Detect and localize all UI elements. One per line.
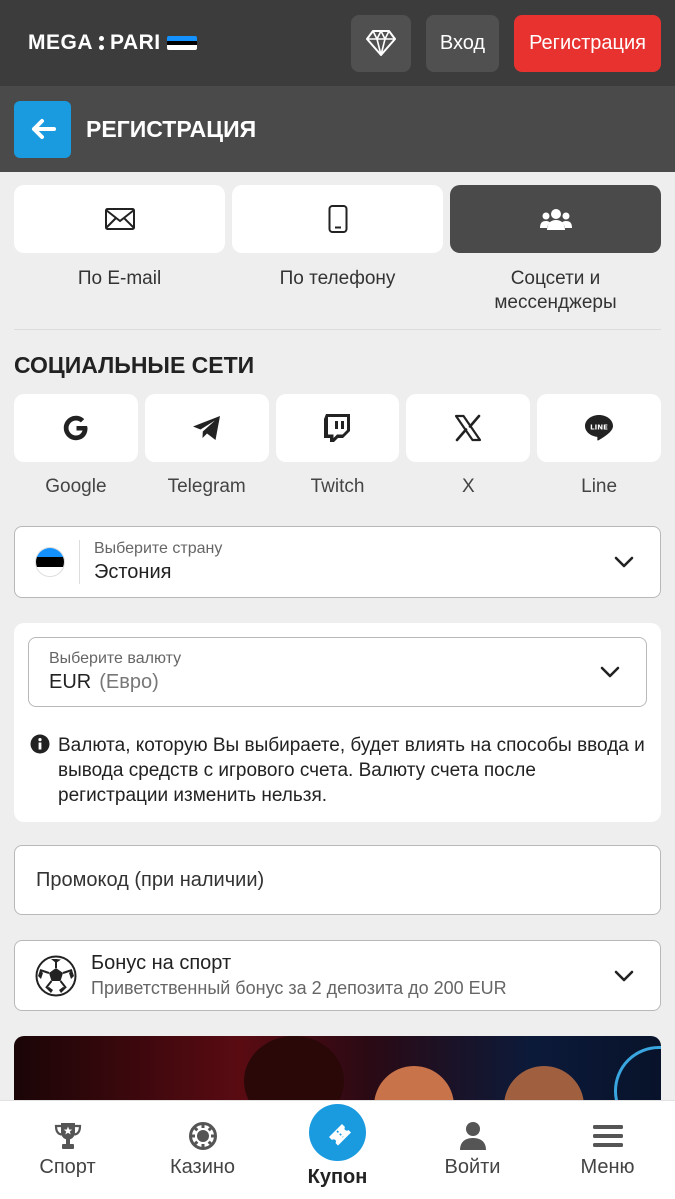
promo-code-placeholder: Промокод (при наличии) (36, 868, 265, 891)
social-twitch[interactable]: Twitch (275, 394, 400, 498)
promo-code-input[interactable]: Промокод (при наличии) (14, 845, 661, 915)
bonus-subtitle: Приветственный бонус за 2 депозита до 20… (91, 978, 507, 998)
currency-name: (Евро) (99, 671, 159, 693)
coupon-button[interactable] (309, 1104, 366, 1161)
social-x[interactable]: X (406, 394, 531, 498)
method-social[interactable]: Соцсети и мессенджеры (450, 185, 661, 315)
social-google[interactable]: Google (14, 394, 138, 498)
nav-sport[interactable]: Спорт (0, 1101, 135, 1199)
register-button[interactable]: Регистрация (514, 14, 661, 72)
currency-code: EUR (49, 671, 92, 693)
trophy-icon (54, 1123, 81, 1149)
social-telegram-label: Telegram (167, 476, 246, 497)
google-icon (63, 415, 88, 441)
bonus-text: Бонус на спорт Приветственный бонус за 2… (91, 952, 507, 999)
social-telegram[interactable]: Telegram (144, 394, 269, 498)
social-x-label: X (461, 476, 475, 497)
social-twitch-box[interactable] (275, 394, 400, 462)
method-email[interactable]: По E-mail (14, 185, 225, 315)
nav-coupon-label: Купон (307, 1166, 368, 1188)
estonia-flag-icon (166, 36, 197, 50)
country-select[interactable]: Выберите страну Эстония (14, 526, 661, 598)
nav-casino[interactable]: Казино (135, 1101, 270, 1199)
line-icon: LINE (585, 415, 614, 441)
diamond-button[interactable] (350, 14, 411, 72)
currency-select[interactable]: Выберите валюту EUR (Евро) (28, 637, 647, 707)
chevron-down-icon (600, 666, 620, 678)
info-icon (30, 734, 50, 754)
bonus-select[interactable]: Бонус на спорт Приветственный бонус за 2… (14, 940, 661, 1011)
social-twitch-label: Twitch (310, 476, 365, 497)
currency-notice-text: Валюта, которую Вы выбираете, будет влия… (58, 735, 645, 806)
registration-methods: По E-mail По телефону Соцсети и мессендж… (0, 172, 675, 315)
ticket-icon (328, 1123, 351, 1145)
nav-login-label: Войти (444, 1156, 501, 1178)
nav-login[interactable]: Войти (405, 1101, 540, 1199)
estonia-flag-icon (35, 547, 65, 577)
country-value: Эстония (94, 561, 172, 583)
top-header: MEGA PARI Вход Регистрация (0, 0, 675, 86)
currency-label: Выберите валюту (49, 650, 182, 667)
diamond-icon (365, 30, 396, 56)
nav-casino-label: Казино (169, 1156, 236, 1178)
method-phone-label: По телефону (279, 268, 396, 289)
logo-text-right: PARI (110, 31, 161, 54)
country-label: Выберите страну (94, 540, 223, 557)
nav-sport-label: Спорт (39, 1156, 96, 1178)
social-line[interactable]: LINE Line (537, 394, 661, 498)
method-phone[interactable]: По телефону (232, 185, 443, 315)
svg-text:LINE: LINE (590, 424, 608, 432)
logo-text-left: MEGA (28, 31, 93, 54)
arrow-left-icon (31, 119, 56, 139)
bonus-title: Бонус на спорт (91, 952, 232, 974)
envelope-icon (104, 208, 135, 230)
title-bar: РЕГИСТРАЦИЯ (0, 86, 675, 172)
currency-notice: Валюта, которую Вы выбираете, будет влия… (28, 733, 647, 808)
method-email-box[interactable] (14, 185, 225, 253)
nav-coupon[interactable]: Купон (270, 1101, 405, 1199)
chevron-down-icon (614, 970, 634, 981)
country-separator (79, 540, 80, 584)
page-title: РЕГИСТРАЦИЯ (86, 115, 257, 142)
currency-value: EUR (Евро) (49, 671, 181, 694)
social-line-box[interactable]: LINE (537, 394, 661, 462)
soccer-ball-icon (35, 955, 77, 996)
x-icon (455, 414, 482, 442)
bottom-navigation: Спорт Казино Купон Войти Меню (0, 1100, 675, 1199)
twitch-icon (324, 414, 351, 442)
megapari-logo[interactable]: MEGA PARI (28, 31, 197, 55)
user-icon (459, 1122, 486, 1150)
users-icon (539, 209, 572, 230)
currency-text: Выберите валюту EUR (Евро) (49, 650, 181, 694)
header-actions: Вход Регистрация (350, 14, 661, 72)
social-google-label: Google (45, 476, 107, 497)
social-line-label: Line (581, 476, 618, 497)
phone-icon (328, 205, 347, 233)
social-section-title: СОЦИАЛЬНЫЕ СЕТИ (14, 352, 255, 378)
login-button[interactable]: Вход (425, 14, 500, 72)
chevron-down-icon (614, 556, 634, 568)
telegram-icon (192, 416, 220, 440)
social-buttons: Google Telegram Twitch X LINE Line (0, 379, 675, 498)
country-text: Выберите страну Эстония (94, 540, 222, 584)
social-x-box[interactable] (406, 394, 531, 462)
method-email-label: По E-mail (77, 268, 162, 289)
method-social-box[interactable] (450, 185, 661, 253)
method-social-label: Соцсети и мессенджеры (494, 268, 617, 313)
logo-dots (99, 36, 104, 50)
back-button[interactable] (14, 100, 71, 158)
casino-chip-icon (188, 1122, 217, 1150)
hamburger-menu-icon (592, 1125, 623, 1147)
nav-menu-label: Меню (580, 1156, 635, 1178)
social-telegram-box[interactable] (144, 394, 269, 462)
social-google-box[interactable] (14, 394, 138, 462)
currency-card: Выберите валюту EUR (Евро) Валюта, котору… (14, 623, 661, 822)
method-phone-box[interactable] (232, 185, 443, 253)
nav-menu[interactable]: Меню (540, 1101, 675, 1199)
